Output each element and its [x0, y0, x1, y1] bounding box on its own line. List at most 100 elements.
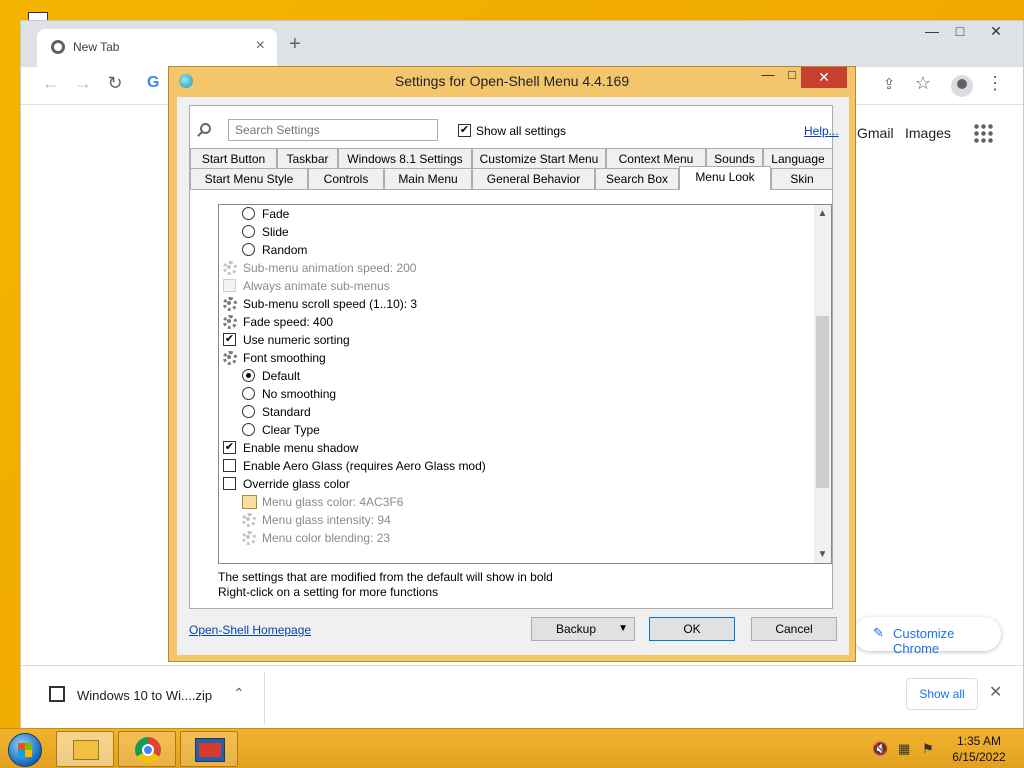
setting-clear-type[interactable]: Clear Type — [242, 421, 662, 439]
help-link[interactable]: Help... — [804, 124, 839, 138]
share-icon[interactable]: ⇪ — [877, 75, 901, 93]
tab-customize-start-menu[interactable]: Customize Start Menu — [472, 148, 606, 169]
radio-button[interactable] — [242, 225, 255, 238]
tab-search-box[interactable]: Search Box — [595, 168, 679, 189]
maximize-button[interactable]: □ — [945, 23, 975, 39]
setting-fade[interactable]: Fade — [242, 205, 662, 223]
chevron-up-icon[interactable]: ⌃ — [233, 685, 245, 702]
setting-standard[interactable]: Standard — [242, 403, 662, 421]
tab-new-tab[interactable]: New Tab × — [37, 29, 277, 67]
dialog-close-button[interactable]: ✕ — [801, 67, 847, 88]
checkbox[interactable] — [223, 477, 236, 490]
setting-use-numeric-sorting[interactable]: ✔ Use numeric sorting — [223, 331, 643, 349]
show-all-settings-checkbox[interactable]: ✔ — [458, 124, 471, 137]
action-center-flag-icon[interactable]: ⚑ — [922, 741, 934, 757]
setting-sub-menu-animation-speed-200[interactable]: Sub-menu animation speed: 200 — [223, 259, 643, 277]
setting-sub-menu-scroll-speed-1-10-3[interactable]: Sub-menu scroll speed (1..10): 3 — [223, 295, 643, 313]
open-shell-settings-dialog: Settings for Open-Shell Menu 4.4.169 — □… — [168, 66, 856, 662]
taskbar-file-explorer[interactable] — [56, 731, 114, 767]
tab-skin[interactable]: Skin — [771, 168, 833, 189]
setting-label: Use numeric sorting — [243, 333, 350, 347]
setting-font-smoothing[interactable]: Font smoothing — [223, 349, 643, 367]
checkbox[interactable]: ✔ — [223, 441, 236, 454]
tab-title: New Tab — [73, 40, 120, 54]
cancel-button[interactable]: Cancel — [751, 617, 837, 641]
setting-enable-aero-glass-requires-aero-glass-mod[interactable]: Enable Aero Glass (requires Aero Glass m… — [223, 457, 643, 475]
tab-controls[interactable]: Controls — [308, 168, 384, 189]
gear-icon[interactable] — [223, 351, 237, 365]
gmail-link[interactable]: Gmail — [857, 125, 894, 141]
scrollbar-thumb[interactable] — [816, 316, 829, 489]
gear-icon[interactable] — [242, 531, 256, 545]
gear-icon[interactable] — [223, 315, 237, 329]
menu-dots-icon[interactable]: ⋮ — [983, 73, 1007, 94]
forward-arrow-icon[interactable]: → — [71, 73, 95, 94]
profile-icon[interactable] — [951, 75, 973, 97]
checkbox[interactable]: ✔ — [223, 333, 236, 346]
setting-menu-glass-intensity-94[interactable]: Menu glass intensity: 94 — [242, 511, 662, 529]
volume-muted-icon[interactable]: 🔇 — [872, 741, 888, 757]
setting-default[interactable]: Default — [242, 367, 662, 385]
radio-button[interactable] — [242, 369, 255, 382]
gear-icon[interactable] — [223, 261, 237, 275]
customize-chrome-button[interactable]: ✎ Customize Chrome — [853, 617, 1001, 656]
setting-override-glass-color[interactable]: Override glass color — [223, 475, 643, 493]
gear-icon[interactable] — [242, 513, 256, 527]
setting-random[interactable]: Random — [242, 241, 662, 259]
network-icon[interactable]: ▦ — [898, 741, 910, 757]
radio-button[interactable] — [242, 207, 255, 220]
images-link[interactable]: Images — [905, 125, 951, 141]
settings-tree[interactable]: ▲ ▼ Fade Slide Random Sub-menu animation sp… — [218, 204, 832, 564]
star-icon[interactable]: ☆ — [911, 73, 935, 94]
close-tab-icon[interactable]: × — [256, 37, 265, 55]
dialog-maximize-button[interactable]: □ — [781, 67, 803, 88]
taskbar-chrome[interactable] — [118, 731, 176, 767]
close-window-button[interactable]: ✕ — [981, 23, 1011, 40]
apps-grid-icon[interactable] — [973, 123, 993, 143]
tab-menu-look[interactable]: Menu Look — [679, 166, 771, 190]
setting-menu-glass-color-4ac3f6[interactable]: Menu glass color: 4AC3F6 — [242, 493, 662, 511]
open-shell-homepage-link[interactable]: Open-Shell Homepage — [189, 623, 311, 637]
radio-button[interactable] — [242, 423, 255, 436]
back-arrow-icon[interactable]: ← — [39, 73, 63, 94]
tab-start-menu-style[interactable]: Start Menu Style — [190, 168, 308, 189]
setting-fade-speed-400[interactable]: Fade speed: 400 — [223, 313, 643, 331]
backup-button[interactable]: Backup ▼ — [531, 617, 635, 641]
ok-button[interactable]: OK — [649, 617, 735, 641]
setting-slide[interactable]: Slide — [242, 223, 662, 241]
checkbox[interactable] — [223, 459, 236, 472]
tab-start-button[interactable]: Start Button — [190, 148, 277, 169]
show-all-downloads-button[interactable]: Show all — [906, 678, 978, 710]
gear-icon[interactable] — [223, 297, 237, 311]
tab-taskbar[interactable]: Taskbar — [277, 148, 338, 169]
dialog-titlebar[interactable]: Settings for Open-Shell Menu 4.4.169 — □… — [169, 67, 855, 95]
color-swatch-icon[interactable] — [242, 495, 257, 509]
zip-file-icon — [49, 686, 65, 702]
minimize-button[interactable]: — — [917, 23, 947, 39]
tab-general-behavior[interactable]: General Behavior — [472, 168, 595, 189]
tab-language[interactable]: Language — [763, 148, 833, 169]
scroll-up-icon[interactable]: ▲ — [814, 205, 831, 222]
setting-no-smoothing[interactable]: No smoothing — [242, 385, 662, 403]
radio-button[interactable] — [242, 405, 255, 418]
radio-button[interactable] — [242, 387, 255, 400]
show-all-settings-label[interactable]: Show all settings — [476, 124, 566, 138]
new-tab-button[interactable]: + — [289, 33, 301, 56]
start-button[interactable] — [8, 733, 42, 767]
taskbar-open-shell[interactable] — [180, 731, 238, 767]
dialog-minimize-button[interactable]: — — [757, 67, 779, 88]
scroll-down-icon[interactable]: ▼ — [814, 546, 831, 563]
settings-scrollbar[interactable]: ▲ ▼ — [814, 205, 831, 563]
setting-always-animate-sub-menus[interactable]: Always animate sub-menus — [223, 277, 643, 295]
system-clock[interactable]: 1:35 AM 6/15/2022 — [948, 733, 1010, 765]
checkbox[interactable] — [223, 279, 236, 292]
download-item[interactable]: Windows 10 to Wi....zip ⌃ — [31, 672, 265, 724]
radio-button[interactable] — [242, 243, 255, 256]
search-settings-input[interactable] — [228, 119, 438, 141]
tab-windows-81-settings[interactable]: Windows 8.1 Settings — [338, 148, 472, 169]
close-icon[interactable]: ✕ — [989, 682, 1002, 702]
setting-menu-color-blending-23[interactable]: Menu color blending: 23 — [242, 529, 662, 547]
reload-icon[interactable]: ↻ — [103, 73, 127, 94]
tab-main-menu[interactable]: Main Menu — [384, 168, 472, 189]
setting-enable-menu-shadow[interactable]: ✔ Enable menu shadow — [223, 439, 643, 457]
